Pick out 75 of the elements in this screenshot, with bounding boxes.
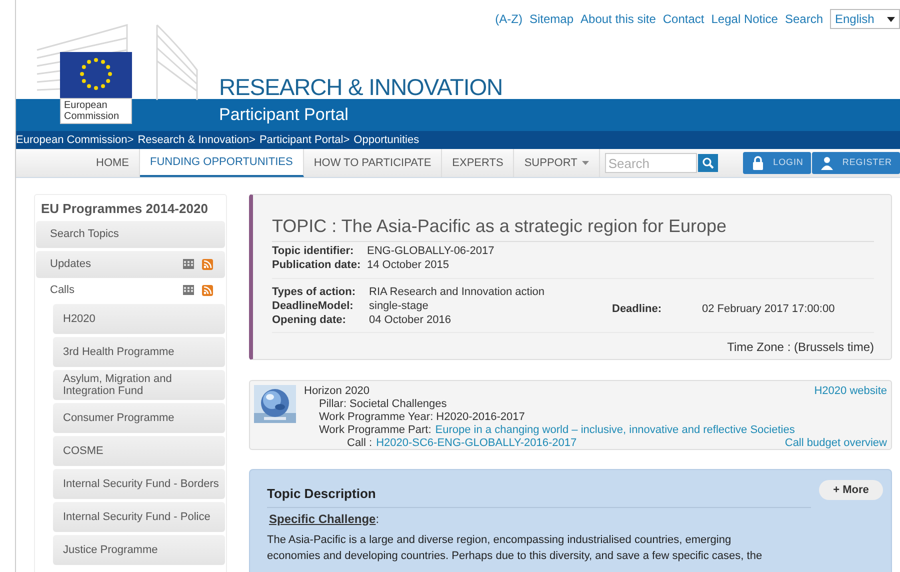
logo-text: Commission [64, 111, 120, 122]
nav-tab[interactable]: FUNDING OPPORTUNITIES [140, 149, 304, 177]
part-link[interactable]: Europe in a changing world – inclusive, innovative and reflective Societies [435, 424, 795, 437]
field-value: 02 February 2017 17:00:00 [702, 302, 835, 316]
register-button[interactable]: REGISTER [812, 152, 900, 174]
login-button[interactable]: LOGIN [743, 152, 812, 174]
field-value: RIA Research and Innovation action [369, 285, 546, 299]
pillar-text: Pillar: Societal Challenges [318, 398, 448, 411]
sidebar-subitem[interactable]: Justice Programme [53, 534, 225, 564]
sidebar-item[interactable]: Search Topics [36, 220, 225, 248]
lock-icon [751, 156, 766, 170]
call-label: Call : [347, 437, 372, 450]
rss-icon[interactable] [202, 258, 213, 270]
breadcrumb-separator: > [343, 132, 350, 148]
nav-tab[interactable]: SUPPORT [514, 149, 600, 177]
sidebar-item[interactable]: Calls [50, 282, 74, 299]
top-link[interactable]: Contact [662, 10, 704, 28]
field-label: Publication date: [272, 258, 362, 272]
top-link[interactable]: Search [784, 10, 823, 28]
specific-challenge-heading: Specific Challenge: [269, 510, 380, 528]
top-link[interactable]: (A-Z) [495, 10, 522, 28]
logo[interactable]: European Commission [60, 52, 132, 124]
sidebar-subitem[interactable]: Internal Security Fund - Police [53, 502, 225, 532]
search-icon [702, 157, 714, 169]
field-value: 14 October 2015 [367, 258, 450, 272]
sidebar-subitem[interactable]: 3rd Health Programme [53, 336, 225, 366]
breadcrumb-link[interactable]: Research & Innovation [138, 132, 250, 148]
top-link[interactable]: About this site [580, 10, 656, 28]
programme-name: Horizon 2020 [304, 385, 370, 398]
breadcrumb-link[interactable]: Opportunities [354, 132, 420, 148]
search-button[interactable] [698, 154, 718, 172]
logo-text: European [64, 100, 108, 111]
breadcrumb-separator: > [127, 132, 134, 148]
time-zone: Time Zone : (Brussels time) [726, 339, 874, 356]
sidebar-subitem[interactable]: Consumer Programme [53, 402, 225, 432]
sidebar-subitem[interactable]: H2020 [53, 304, 225, 334]
top-link[interactable]: Sitemap [529, 10, 574, 28]
field-label: Topic identifier: [272, 244, 355, 258]
search-field[interactable]: Search [605, 153, 698, 173]
portal-title: Participant Portal [219, 104, 348, 126]
nav-tab[interactable]: EXPERTS [442, 149, 514, 177]
budget-link[interactable]: Call budget overview [784, 437, 887, 450]
sidebar-item-label[interactable]: Updates [50, 256, 91, 272]
call-link[interactable]: H2020-SC6-ENG-GLOBALLY-2016-2017 [376, 437, 577, 450]
field-label: DeadlineModel: [272, 299, 354, 313]
eu-flag-icon [60, 52, 132, 98]
description-heading: Topic Description [267, 480, 811, 508]
website-link[interactable]: H2020 website [814, 385, 887, 398]
caret-icon [887, 16, 895, 22]
sidebar-subitem[interactable]: Internal Security Fund - Borders [53, 468, 225, 498]
field-label: Opening date: [272, 313, 347, 327]
field-label: Types of action: [272, 285, 357, 299]
user-icon [820, 156, 834, 170]
sidebar-subitem[interactable]: COSME [53, 436, 225, 466]
field-label: Deadline: [612, 302, 663, 316]
field-value: ENG-GLOBALLY-06-2017 [367, 244, 496, 258]
part-label: Work Programme Part: [319, 424, 432, 437]
rss-icon[interactable] [202, 285, 213, 296]
field-value: 04 October 2016 [369, 313, 452, 327]
breadcrumb-separator: > [249, 132, 256, 148]
sidebar-subitem[interactable]: Asylum, Migration and Integration Fund [53, 370, 225, 400]
nav-tab[interactable]: HOW TO PARTICIPATE [304, 149, 442, 177]
breadcrumb-link[interactable]: European Commission [16, 132, 128, 148]
field-value: single-stage [369, 299, 430, 313]
sidebar-title: EU Programmes 2014-2020 [40, 200, 209, 218]
breadcrumb-link[interactable]: Participant Portal [259, 132, 344, 148]
year-text: Work Programme Year: H2020-2016-2017 [318, 411, 526, 424]
calendar-icon[interactable] [183, 258, 194, 268]
site-title: RESEARCH & INNOVATION [219, 73, 503, 102]
topic-title: TOPIC : The Asia-Pacific as a strategic region for Europe [272, 213, 874, 242]
more-button[interactable]: + More [819, 480, 883, 500]
calendar-icon[interactable] [183, 285, 194, 295]
top-link[interactable]: Legal Notice [711, 10, 778, 28]
language-dropdown[interactable]: English [830, 9, 900, 29]
description-text: The Asia-Pacific is a large and diverse region, encompassing industrialised countries, emerging economies and developing countries. Perhaps due to this diversity, and save a few specific cases, the [267, 532, 764, 564]
